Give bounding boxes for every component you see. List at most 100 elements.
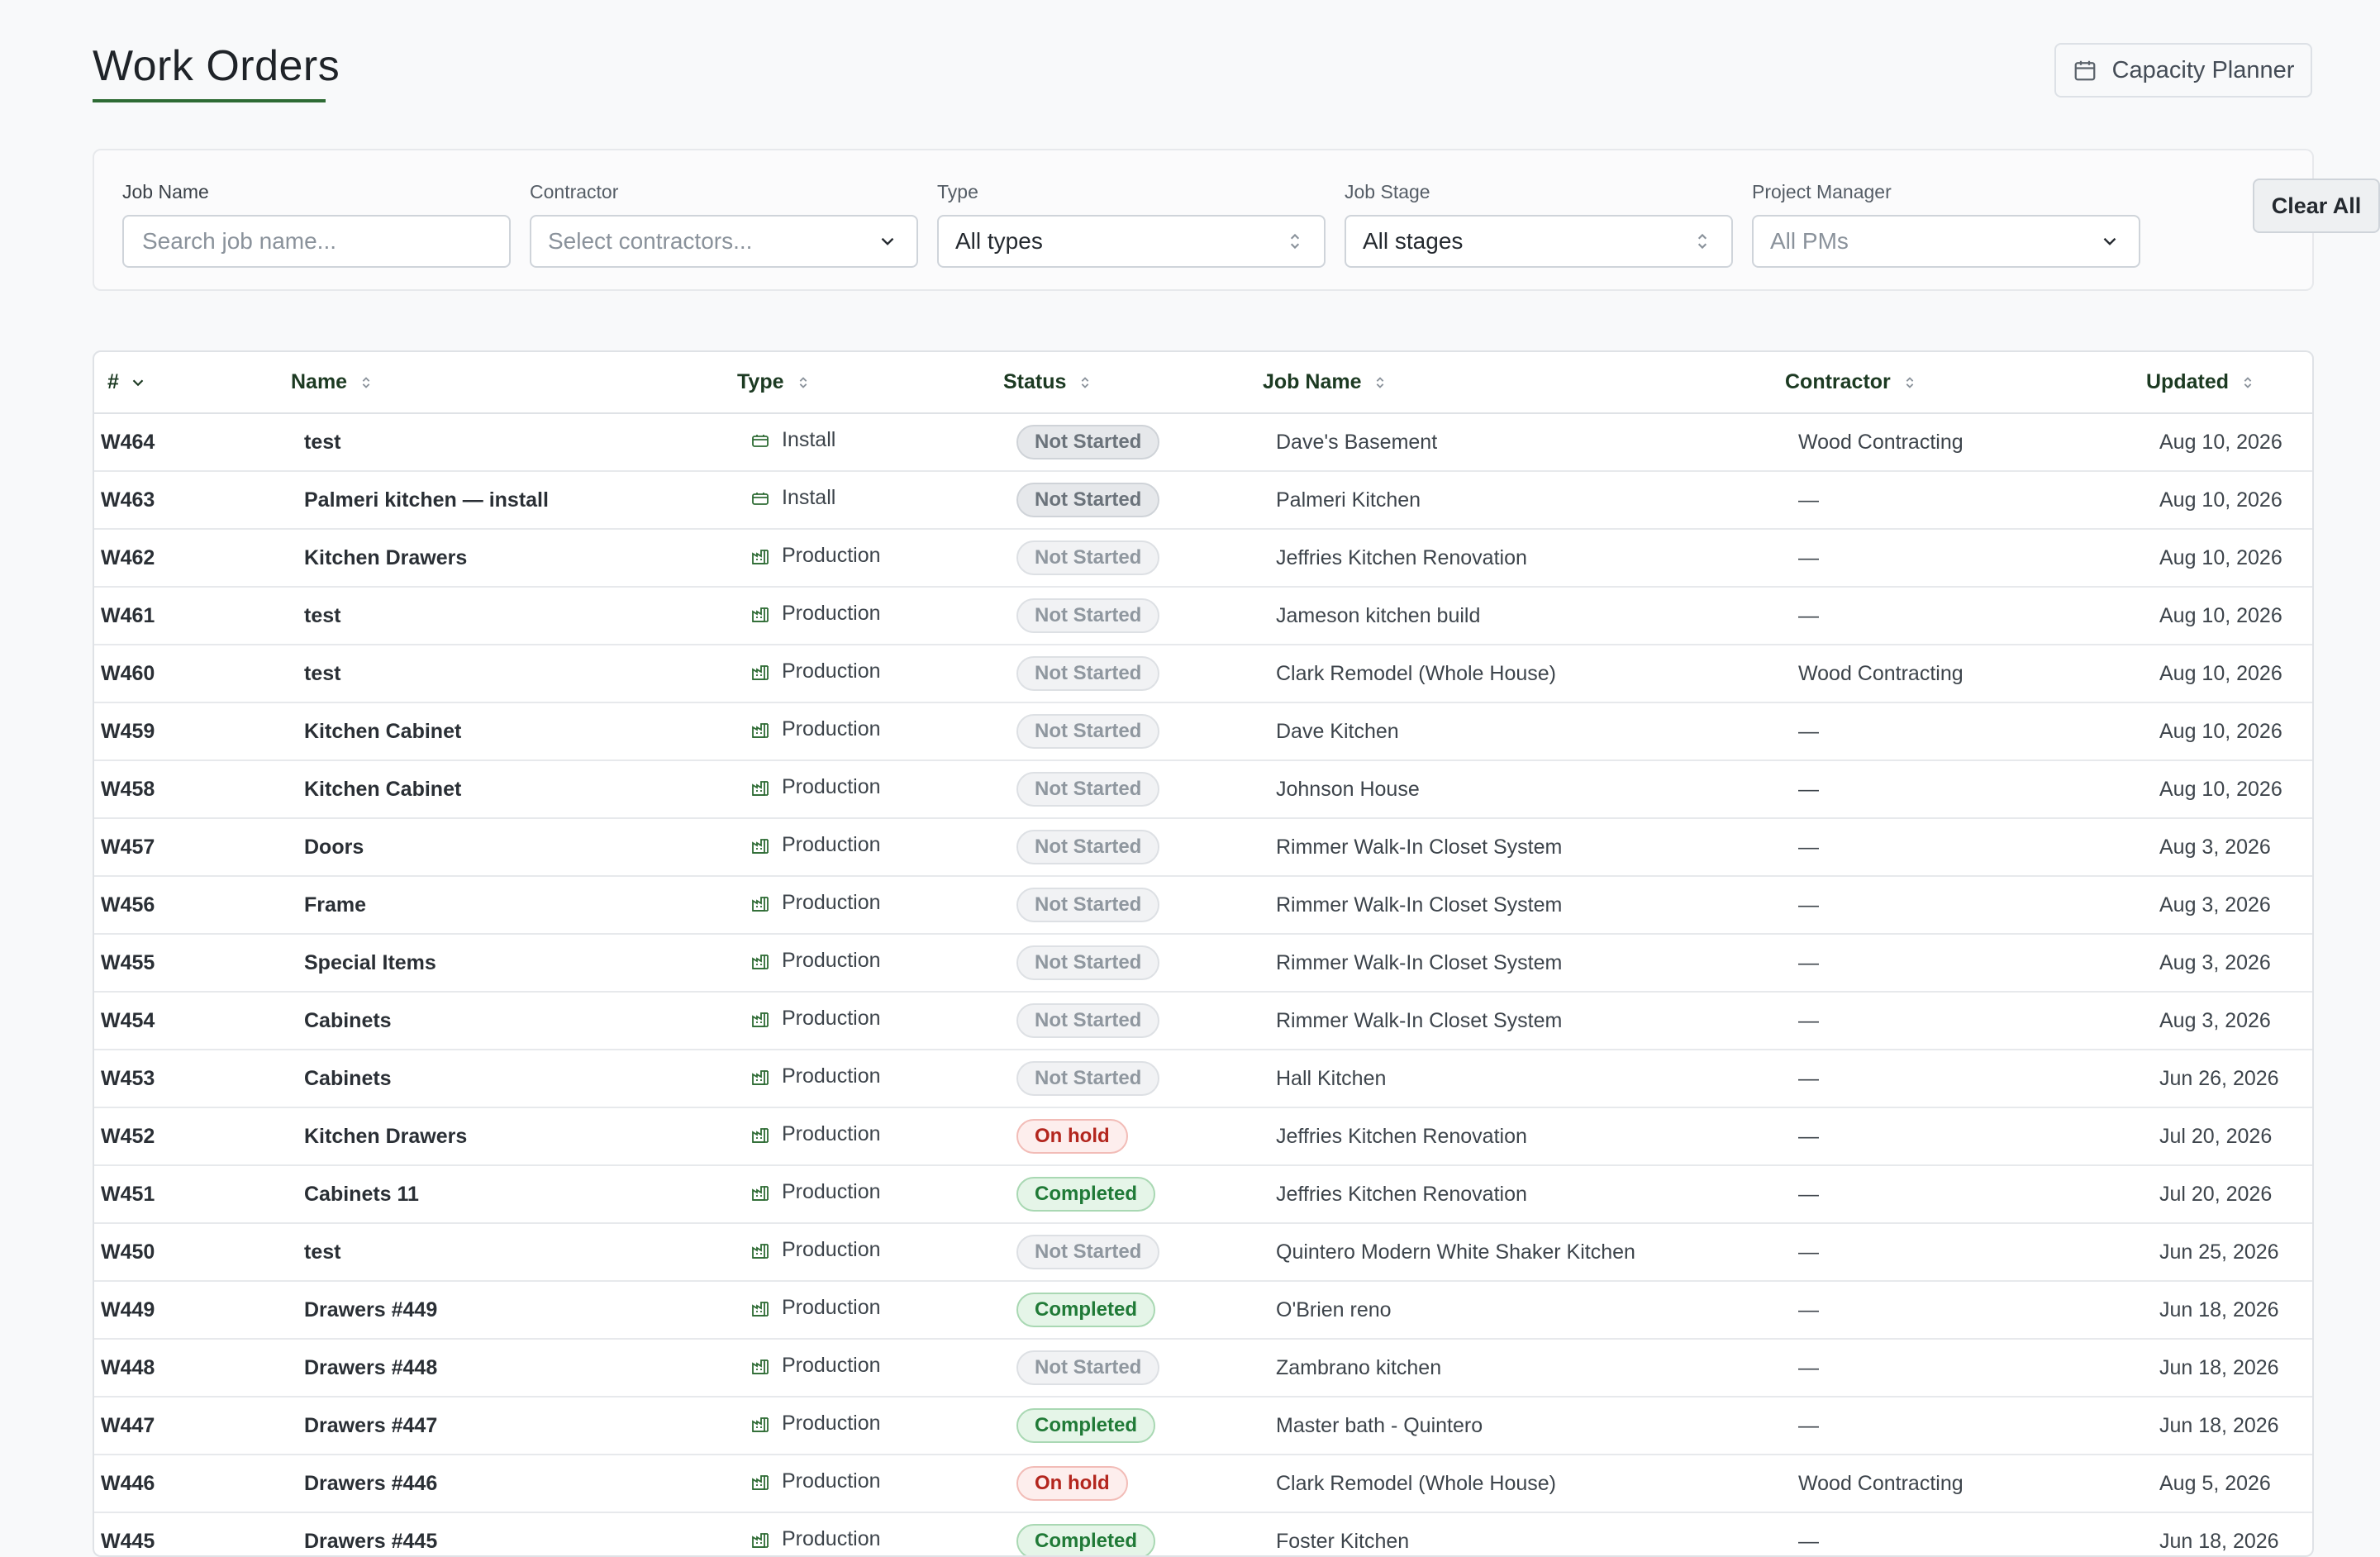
column-header-type[interactable]: Type xyxy=(737,352,1003,414)
work-order-name[interactable]: Drawers #449 xyxy=(291,1281,737,1339)
work-order-name[interactable]: test xyxy=(291,413,737,471)
factory-icon xyxy=(752,838,769,854)
contractor-select[interactable]: Select contractors... xyxy=(530,215,918,268)
column-header-number[interactable]: # xyxy=(94,352,291,414)
table-row[interactable]: W454 Cabinets Production Not Started Rimmer … xyxy=(94,992,2312,1050)
work-order-number[interactable]: W457 xyxy=(94,818,291,876)
work-order-name[interactable]: test xyxy=(291,1223,737,1281)
table-row[interactable]: W447 Drawers #447 Production Completed Maste… xyxy=(94,1397,2312,1455)
table-row[interactable]: W452 Kitchen Drawers Production On hold Jeff… xyxy=(94,1107,2312,1165)
work-order-name[interactable]: Drawers #445 xyxy=(291,1512,737,1555)
work-order-number[interactable]: W455 xyxy=(94,934,291,992)
work-order-name[interactable]: Special Items xyxy=(291,934,737,992)
work-order-number[interactable]: W446 xyxy=(94,1455,291,1512)
table-row[interactable]: W445 Drawers #445 Production Completed Foste… xyxy=(94,1512,2312,1555)
table-row[interactable]: W450 test Production Not Started Quintero Mo… xyxy=(94,1223,2312,1281)
work-order-type: Production xyxy=(737,1223,1003,1281)
work-order-contractor: — xyxy=(1798,1298,1819,1321)
work-order-number[interactable]: W451 xyxy=(94,1165,291,1223)
table-row[interactable]: W453 Cabinets Production Not Started Hall Ki… xyxy=(94,1050,2312,1107)
work-order-number[interactable]: W462 xyxy=(94,529,291,587)
table-row[interactable]: W458 Kitchen Cabinet Production Not Started… xyxy=(94,760,2312,818)
table-row[interactable]: W455 Special Items Production Not Started Ri… xyxy=(94,934,2312,992)
work-order-updated: Aug 3, 2026 xyxy=(2159,1008,2271,1032)
project-manager-select[interactable]: All PMs xyxy=(1752,215,2140,268)
work-order-name[interactable]: Frame xyxy=(291,876,737,934)
table-row[interactable]: W449 Drawers #449 Production Completed O'Bri… xyxy=(94,1281,2312,1339)
table-row[interactable]: W462 Kitchen Drawers Production Not Started… xyxy=(94,529,2312,587)
work-order-name[interactable]: Kitchen Cabinet xyxy=(291,702,737,760)
work-order-number[interactable]: W454 xyxy=(94,992,291,1050)
work-order-number[interactable]: W458 xyxy=(94,760,291,818)
work-order-number[interactable]: W463 xyxy=(94,471,291,529)
table-row[interactable]: W461 test Production Not Started Jameson kit… xyxy=(94,587,2312,645)
work-order-name[interactable]: test xyxy=(291,645,737,702)
work-order-number[interactable]: W456 xyxy=(94,876,291,934)
job-name-field[interactable] xyxy=(122,215,511,268)
sort-icon xyxy=(362,376,370,388)
table-row[interactable]: W459 Kitchen Cabinet Production Not Started… xyxy=(94,702,2312,760)
work-order-updated: Jun 18, 2026 xyxy=(2159,1529,2279,1553)
work-order-updated: Aug 3, 2026 xyxy=(2159,835,2271,859)
work-order-name[interactable]: Kitchen Cabinet xyxy=(291,760,737,818)
work-order-type: Production xyxy=(737,992,1003,1050)
column-header-updated[interactable]: Updated xyxy=(2146,352,2312,414)
work-order-job-name: Rimmer Walk-In Closet System xyxy=(1276,1008,1563,1032)
table-row[interactable]: W457 Doors Production Not Started Rimmer Wal… xyxy=(94,818,2312,876)
work-order-name[interactable]: Drawers #447 xyxy=(291,1397,737,1455)
work-order-number[interactable]: W452 xyxy=(94,1107,291,1165)
work-order-number[interactable]: W453 xyxy=(94,1050,291,1107)
work-order-type-label: Production xyxy=(782,1527,881,1551)
table-row[interactable]: W456 Frame Production Not Started Rimmer Wal… xyxy=(94,876,2312,934)
table-row[interactable]: W460 test Production Not Started Clark Remod… xyxy=(94,645,2312,702)
capacity-planner-button[interactable]: Capacity Planner xyxy=(2054,43,2312,98)
work-order-number[interactable]: W449 xyxy=(94,1281,291,1339)
work-order-name[interactable]: Kitchen Drawers xyxy=(291,529,737,587)
work-order-number[interactable]: W445 xyxy=(94,1512,291,1555)
work-order-number[interactable]: W448 xyxy=(94,1339,291,1397)
work-order-number[interactable]: W447 xyxy=(94,1397,291,1455)
column-header-job-name[interactable]: Job Name xyxy=(1263,352,1785,414)
factory-icon xyxy=(752,1243,769,1259)
work-order-contractor: — xyxy=(1798,603,1819,627)
type-select[interactable]: All types xyxy=(937,215,1326,268)
factory-icon xyxy=(752,896,769,912)
work-order-type-label: Production xyxy=(782,1354,881,1378)
table-row[interactable]: W451 Cabinets 11 Production Completed Jeffri… xyxy=(94,1165,2312,1223)
job-stage-select[interactable]: All stages xyxy=(1345,215,1733,268)
factory-icon xyxy=(752,1359,769,1374)
project-manager-label: Project Manager xyxy=(1752,181,1892,202)
work-order-number[interactable]: W464 xyxy=(94,413,291,471)
table-row[interactable]: W463 Palmeri kitchen — install Install Not … xyxy=(94,471,2312,529)
work-order-name[interactable]: Doors xyxy=(291,818,737,876)
type-label: Type xyxy=(937,181,978,202)
work-order-type: Install xyxy=(737,413,1003,471)
work-order-type-label: Install xyxy=(782,486,836,510)
column-header-name[interactable]: Name xyxy=(291,352,737,414)
work-order-number[interactable]: W459 xyxy=(94,702,291,760)
work-order-name[interactable]: test xyxy=(291,587,737,645)
factory-icon xyxy=(752,780,769,796)
table-row[interactable]: W448 Drawers #448 Production Not Started Zam… xyxy=(94,1339,2312,1397)
work-order-name[interactable]: Kitchen Drawers xyxy=(291,1107,737,1165)
work-order-name[interactable]: Cabinets xyxy=(291,1050,737,1107)
work-order-name[interactable]: Drawers #446 xyxy=(291,1455,737,1512)
job-name-search-input[interactable] xyxy=(140,227,493,255)
clear-all-button[interactable]: Clear All xyxy=(2253,179,2380,233)
work-order-name[interactable]: Drawers #448 xyxy=(291,1339,737,1397)
work-order-name[interactable]: Cabinets xyxy=(291,992,737,1050)
column-header-contractor[interactable]: Contractor xyxy=(1785,352,2146,414)
work-order-name[interactable]: Cabinets 11 xyxy=(291,1165,737,1223)
status-badge: Not Started xyxy=(1016,772,1160,807)
table-row[interactable]: W446 Drawers #446 Production On hold Clark R… xyxy=(94,1455,2312,1512)
work-order-name[interactable]: Palmeri kitchen — install xyxy=(291,471,737,529)
table-row[interactable]: W464 test Install Not Started Dave's Basemen… xyxy=(94,413,2312,471)
type-select-value: All types xyxy=(955,228,1043,254)
work-order-number[interactable]: W461 xyxy=(94,587,291,645)
column-header-status[interactable]: Status xyxy=(1003,352,1263,414)
work-order-type-label: Production xyxy=(782,1469,881,1493)
work-order-job-name: Dave Kitchen xyxy=(1276,719,1399,743)
work-order-contractor: — xyxy=(1798,1413,1819,1437)
work-order-number[interactable]: W460 xyxy=(94,645,291,702)
work-order-number[interactable]: W450 xyxy=(94,1223,291,1281)
